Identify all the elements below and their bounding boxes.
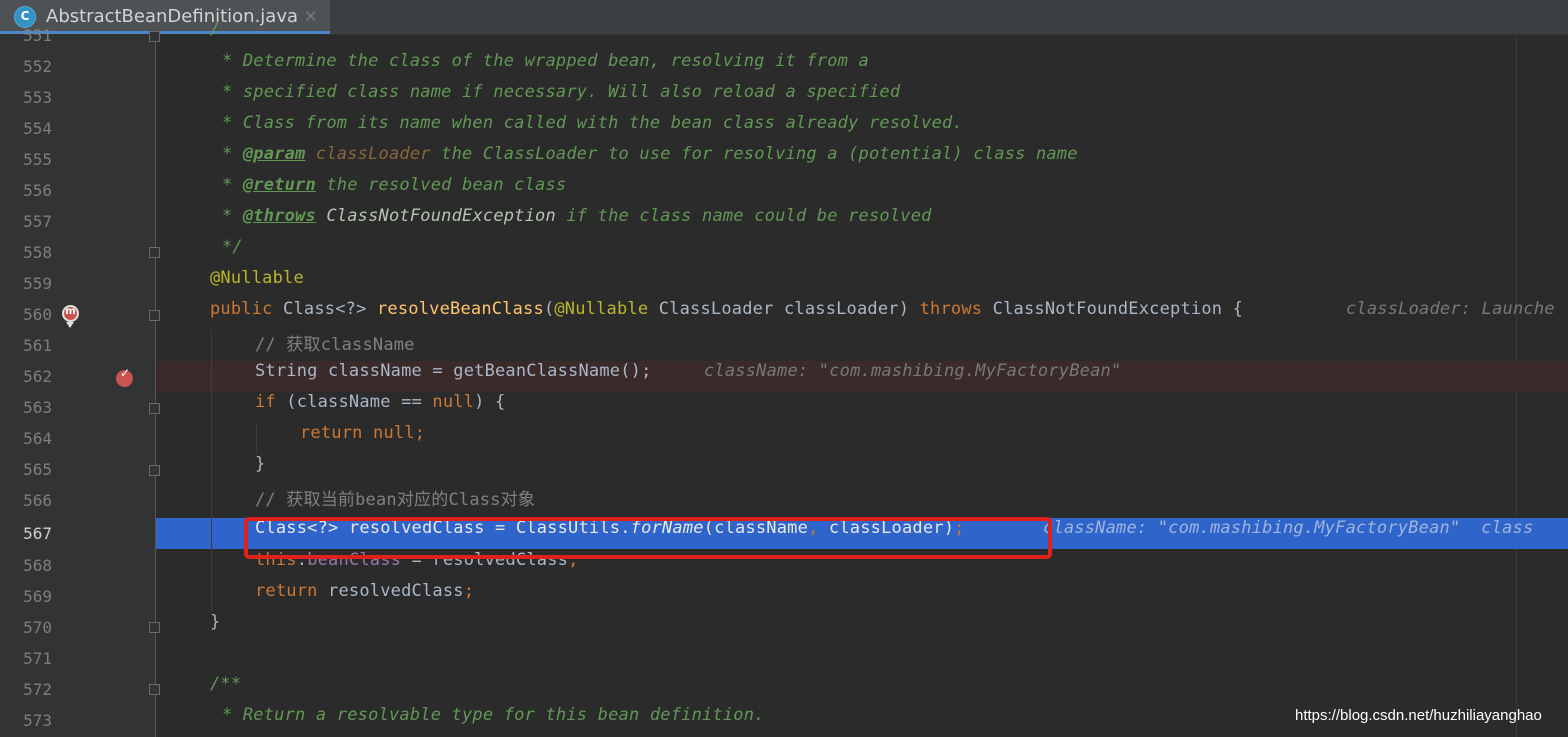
method-override-icon[interactable]: m xyxy=(62,305,79,322)
code-line-561: // 获取className xyxy=(255,335,415,355)
fold-marker[interactable] xyxy=(149,465,160,476)
line-number: 562 xyxy=(23,367,52,386)
code-line-552: * Determine the class of the wrapped bea… xyxy=(222,51,869,71)
code-line-553: * specified class name if necessary. Wil… xyxy=(222,82,901,102)
fold-marker[interactable] xyxy=(149,403,160,414)
line-number: 572 xyxy=(23,680,52,699)
code-line-554: * Class from its name when called with t… xyxy=(222,113,963,133)
java-class-icon: C xyxy=(14,6,36,28)
tab-close-icon[interactable]: × xyxy=(304,6,317,25)
fold-marker[interactable] xyxy=(149,310,160,321)
fold-marker[interactable] xyxy=(149,684,160,695)
code-line-564: return null; xyxy=(300,423,426,443)
code-line-563: if (className == null) { xyxy=(255,392,506,412)
watermark-text: https://blog.csdn.net/huzhiliayanghao xyxy=(1295,707,1542,724)
breakpoint-check-icon: ✓ xyxy=(120,366,131,380)
line-number: 573 xyxy=(23,711,52,730)
line-number: 557 xyxy=(23,212,52,231)
inline-debug-hint: className: "com.mashibing.MyFactoryBean"… xyxy=(1043,518,1534,538)
line-number: 561 xyxy=(23,336,52,355)
line-number: 558 xyxy=(23,243,52,262)
line-number: 556 xyxy=(23,181,52,200)
code-line-562-breakpoint: String className = getBeanClassName(); c… xyxy=(156,361,1568,392)
line-number: 570 xyxy=(23,618,52,637)
code-line-557: * @throws ClassNotFoundException if the … xyxy=(222,206,932,226)
indent-guide xyxy=(256,423,257,454)
tab-title: AbstractBeanDefinition.java xyxy=(46,6,299,27)
line-number: 564 xyxy=(23,429,52,448)
line-number: 569 xyxy=(23,587,52,606)
line-number: 568 xyxy=(23,556,52,575)
fold-marker[interactable] xyxy=(149,247,160,258)
editor-tab-bar: C AbstractBeanDefinition.java × xyxy=(0,0,1568,35)
code-line-555: * @param classLoader the ClassLoader to … xyxy=(222,144,1078,164)
code-line-570: } xyxy=(210,612,221,632)
javadoc-tag-throws: @throws xyxy=(242,206,316,226)
line-number: 565 xyxy=(23,460,52,479)
line-number: 563 xyxy=(23,398,52,417)
override-arrow-icon xyxy=(66,322,74,328)
javadoc-tag-return: @return xyxy=(242,175,316,195)
code-line-565: } xyxy=(255,454,266,474)
code-line-572: /** xyxy=(210,674,242,694)
fold-marker[interactable] xyxy=(149,622,160,633)
code-line-556: * @return the resolved bean class xyxy=(222,175,567,195)
code-line-559: @Nullable xyxy=(210,268,304,288)
inline-debug-hint: className: "com.mashibing.MyFactoryBean" xyxy=(704,361,1122,381)
line-number: 552 xyxy=(23,57,52,76)
annotation-highlight-box xyxy=(244,517,1052,559)
line-number: 559 xyxy=(23,274,52,293)
line-number: 554 xyxy=(23,119,52,138)
line-number: 566 xyxy=(23,491,52,510)
code-line-558: */ xyxy=(222,237,243,257)
line-number: 571 xyxy=(23,649,52,668)
javadoc-tag-param: @param xyxy=(242,144,306,164)
code-line-569: return resolvedClass; xyxy=(255,581,475,601)
code-line-560: public Class<?> resolveBeanClass(@Nullab… xyxy=(210,299,1555,319)
indent-guide xyxy=(211,330,212,612)
breakpoint-icon[interactable]: ✓ xyxy=(116,366,133,387)
line-number: 560 xyxy=(23,305,52,324)
code-line-566: // 获取当前bean对应的Class对象 xyxy=(255,490,536,510)
line-number: 567 xyxy=(23,524,52,543)
fold-marker[interactable] xyxy=(149,31,160,42)
inline-debug-hint: classLoader: Launche xyxy=(1346,299,1555,319)
line-number: 551 xyxy=(23,28,52,43)
line-number: 553 xyxy=(23,88,52,107)
line-number: 555 xyxy=(23,150,52,169)
